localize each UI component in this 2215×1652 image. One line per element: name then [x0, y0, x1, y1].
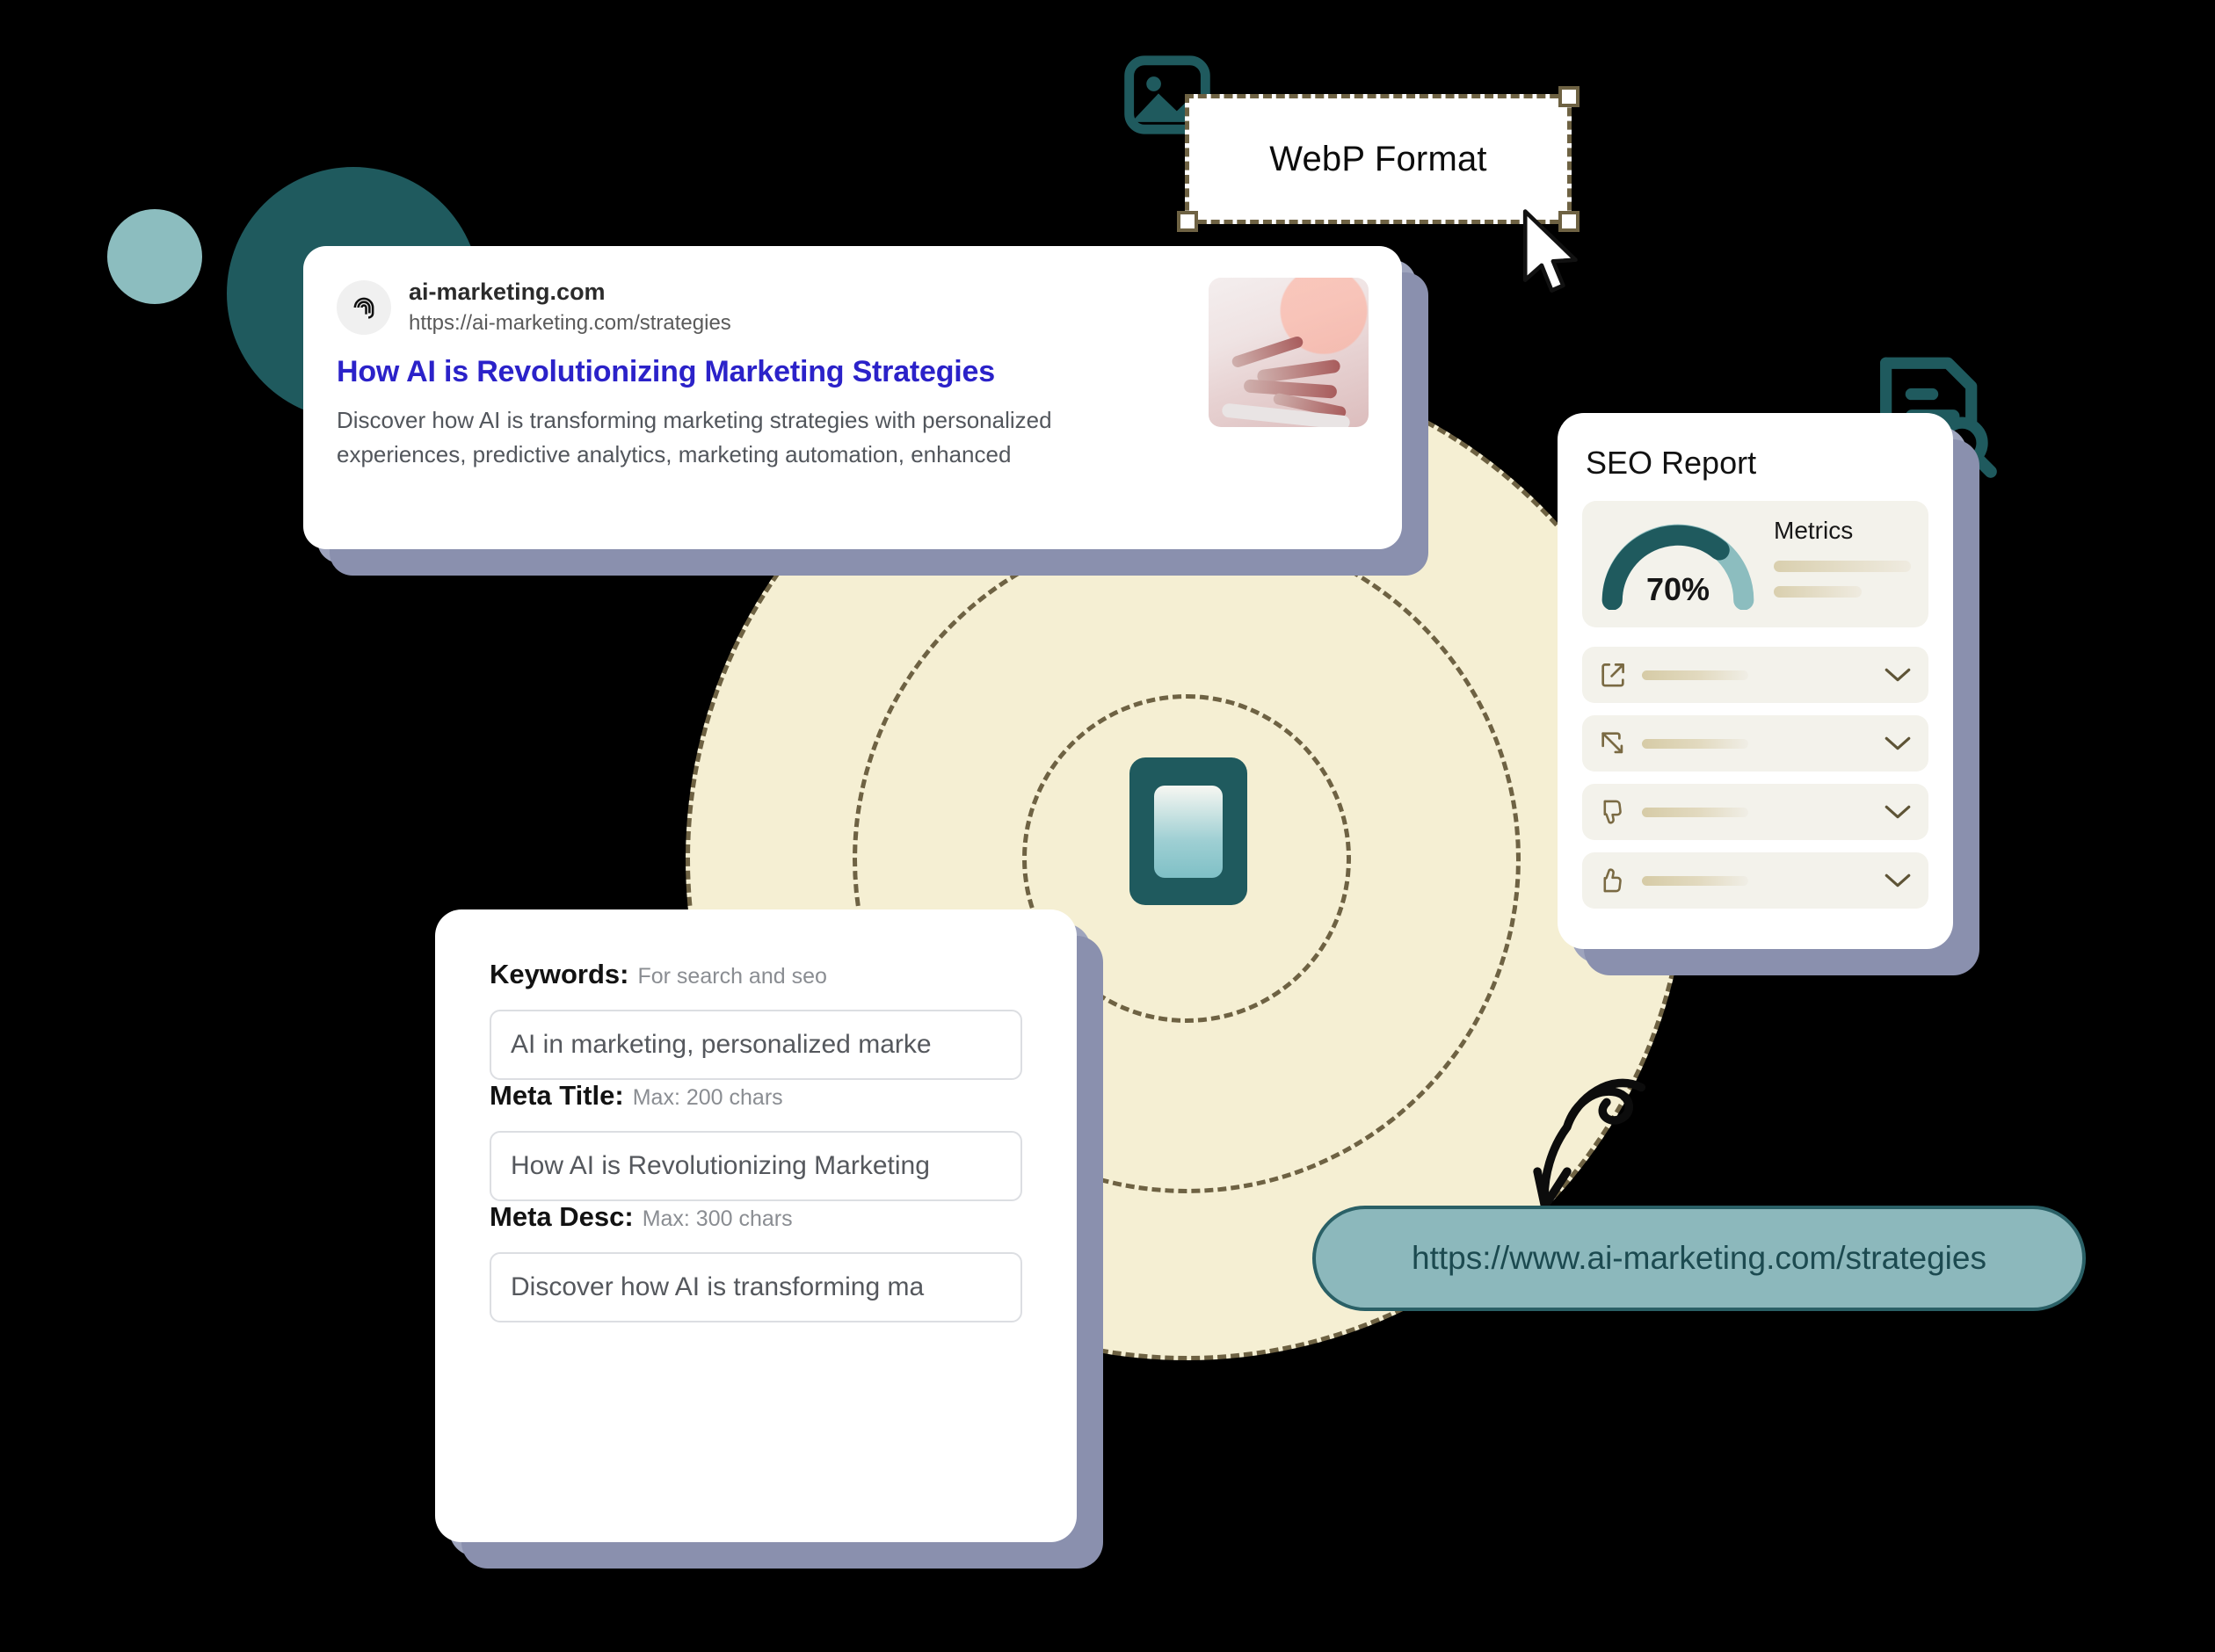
metric-bar	[1642, 738, 1748, 749]
seo-metric-row[interactable]	[1582, 852, 1928, 909]
mobile-device-icon	[1129, 757, 1247, 905]
url-pill-text: https://www.ai-marketing.com/strategies	[1412, 1240, 1986, 1276]
seo-report-title: SEO Report	[1586, 445, 1757, 481]
field-meta-desc: Meta Desc: Max: 300 chars Discover how AI…	[490, 1201, 1022, 1322]
seo-metric-row[interactable]	[1582, 784, 1928, 840]
brand-logo-icon	[337, 280, 391, 336]
field-hint: Max: 300 chars	[642, 1206, 793, 1231]
meta-form-card: Keywords: For search and seo AI in market…	[435, 909, 1077, 1542]
decorative-circle-small	[107, 209, 202, 304]
result-title-link[interactable]: How AI is Revolutionizing Marketing Stra…	[337, 355, 1193, 389]
field-label: Meta Desc: Max: 300 chars	[490, 1201, 793, 1232]
score-gauge: 70%	[1600, 518, 1756, 611]
thumbs-down-icon	[1603, 800, 1622, 824]
selection-handle-top-right[interactable]	[1558, 86, 1580, 107]
search-result-header: ai-marketing.com https://ai-marketing.co…	[337, 278, 1193, 337]
field-hint: For search and seo	[637, 964, 827, 989]
meta-desc-input[interactable]: Discover how AI is transforming ma	[490, 1252, 1022, 1322]
device-screen	[1154, 785, 1223, 878]
webp-format-selection[interactable]: WebP Format	[1177, 86, 1580, 232]
curved-arrow-icon	[1533, 1078, 1646, 1211]
result-description: Discover how AI is transforming marketin…	[337, 407, 1052, 467]
site-name: ai-marketing.com	[409, 279, 606, 305]
score-value: 70%	[1645, 571, 1710, 607]
field-keywords: Keywords: For search and seo AI in market…	[490, 959, 1022, 1080]
url-pill-button[interactable]: https://www.ai-marketing.com/strategies	[1312, 1206, 2086, 1311]
metric-bar	[1642, 807, 1748, 817]
webp-format-label: WebP Format	[1269, 139, 1487, 178]
metrics-label: Metrics	[1774, 517, 1854, 544]
field-label: Keywords: For search and seo	[490, 959, 827, 989]
selection-handle-bottom-left[interactable]	[1177, 211, 1198, 232]
metrics-bar	[1774, 561, 1911, 572]
keywords-input[interactable]: AI in marketing, personalized marke	[490, 1010, 1022, 1080]
chevron-down-icon[interactable]	[1883, 665, 1913, 685]
collapse-arrow-icon	[1601, 732, 1623, 754]
seo-metric-row[interactable]	[1582, 715, 1928, 772]
chevron-down-icon[interactable]	[1883, 871, 1913, 890]
chevron-down-icon[interactable]	[1883, 734, 1913, 753]
cursor-arrow-icon	[1522, 209, 1578, 293]
seo-report-card: SEO Report 70% Metrics	[1558, 413, 1953, 949]
result-url: https://ai-marketing.com/strategies	[409, 310, 731, 335]
external-link-icon	[1601, 663, 1624, 687]
metrics-bar	[1774, 586, 1862, 598]
metric-bar	[1642, 670, 1748, 680]
search-result-card: ai-marketing.com https://ai-marketing.co…	[303, 246, 1402, 549]
seo-metric-row[interactable]	[1582, 647, 1928, 703]
chevron-down-icon[interactable]	[1883, 802, 1913, 822]
metric-bar	[1642, 875, 1748, 886]
field-label: Meta Title: Max: 200 chars	[490, 1080, 783, 1111]
canvas: WebP Format ai-marketing.com https://ai-…	[0, 0, 2215, 1652]
thumbs-up-icon	[1603, 868, 1622, 893]
result-thumbnail	[1209, 278, 1369, 427]
field-hint: Max: 200 chars	[632, 1085, 783, 1110]
field-meta-title: Meta Title: Max: 200 chars How AI is Revo…	[490, 1080, 1022, 1201]
meta-title-input[interactable]: How AI is Revolutionizing Marketing	[490, 1131, 1022, 1201]
score-gauge-panel: 70% Metrics	[1582, 501, 1928, 627]
